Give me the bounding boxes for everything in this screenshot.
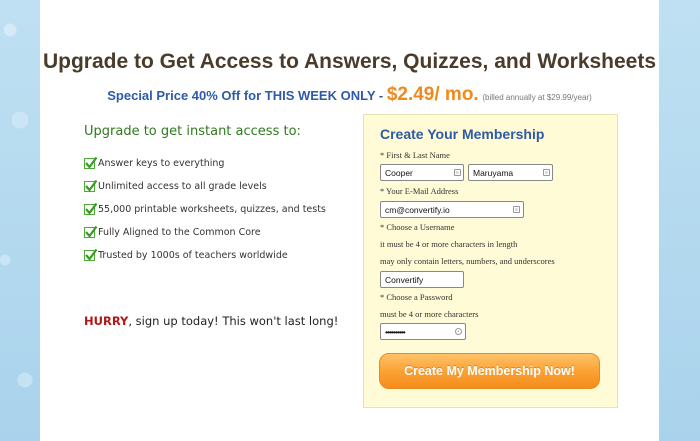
page-title: Upgrade to Get Access to Answers, Quizze…	[42, 50, 657, 73]
first-name-input[interactable]	[380, 164, 464, 181]
username-hint-length: it must be 4 or more characters in lengt…	[380, 239, 518, 249]
special-price-line: Special Price 40% Off for THIS WEEK ONLY…	[40, 84, 659, 106]
last-name-input[interactable]	[468, 164, 553, 181]
autofill-icon: ≡	[454, 169, 461, 176]
form-title: Create Your Membership	[380, 126, 545, 142]
membership-form: Create Your Membership * First & Last Na…	[363, 114, 618, 408]
benefit-text: Trusted by 1000s of teachers worldwide	[98, 250, 288, 261]
benefit-text: 55,000 printable worksheets, quizzes, an…	[98, 204, 326, 215]
benefits-section: Upgrade to get instant access to: Answer…	[84, 124, 374, 271]
benefit-text: Unlimited access to all grade levels	[98, 181, 267, 192]
username-input[interactable]	[380, 271, 464, 288]
password-label: * Choose a Password	[380, 292, 453, 302]
key-icon: •	[455, 328, 462, 335]
list-item: Fully Aligned to the Common Core	[84, 225, 374, 240]
benefit-text: Fully Aligned to the Common Core	[98, 227, 261, 238]
benefits-list: Answer keys to everything Unlimited acce…	[84, 156, 374, 263]
email-input[interactable]	[380, 201, 524, 218]
special-price-text: Special Price 40% Off for THIS WEEK ONLY…	[107, 88, 387, 103]
password-hint: must be 4 or more characters	[380, 309, 479, 319]
hurry-rest: , sign up today! This won't last long!	[128, 314, 339, 328]
autofill-icon: ≡	[543, 169, 550, 176]
benefit-text: Answer keys to everything	[98, 158, 225, 169]
list-item: 55,000 printable worksheets, quizzes, an…	[84, 202, 374, 217]
email-label: * Your E-Mail Address	[380, 186, 459, 196]
username-label: * Choose a Username	[380, 222, 455, 232]
autofill-icon: ≡	[513, 206, 520, 213]
checkmark-icon	[84, 156, 98, 169]
checkmark-icon	[84, 248, 98, 261]
hurry-strong: HURRY	[84, 314, 129, 328]
create-membership-button[interactable]: Create My Membership Now!	[379, 353, 600, 389]
name-label: * First & Last Name	[380, 150, 450, 160]
hurry-message: HURRY, sign up today! This won't last lo…	[84, 314, 338, 328]
password-input[interactable]	[380, 323, 466, 340]
checkmark-icon	[84, 225, 98, 238]
checkmark-icon	[84, 179, 98, 192]
username-hint-chars: may only contain letters, numbers, and u…	[380, 256, 555, 266]
billing-note: (billed annually at $29.99/year)	[482, 93, 592, 102]
upgrade-panel: Upgrade to Get Access to Answers, Quizze…	[40, 0, 659, 441]
checkmark-icon	[84, 202, 98, 215]
price-amount: $2.49/ mo.	[386, 84, 479, 105]
benefits-title: Upgrade to get instant access to:	[84, 124, 301, 139]
list-item: Unlimited access to all grade levels	[84, 179, 374, 194]
list-item: Trusted by 1000s of teachers worldwide	[84, 248, 374, 263]
list-item: Answer keys to everything	[84, 156, 374, 171]
